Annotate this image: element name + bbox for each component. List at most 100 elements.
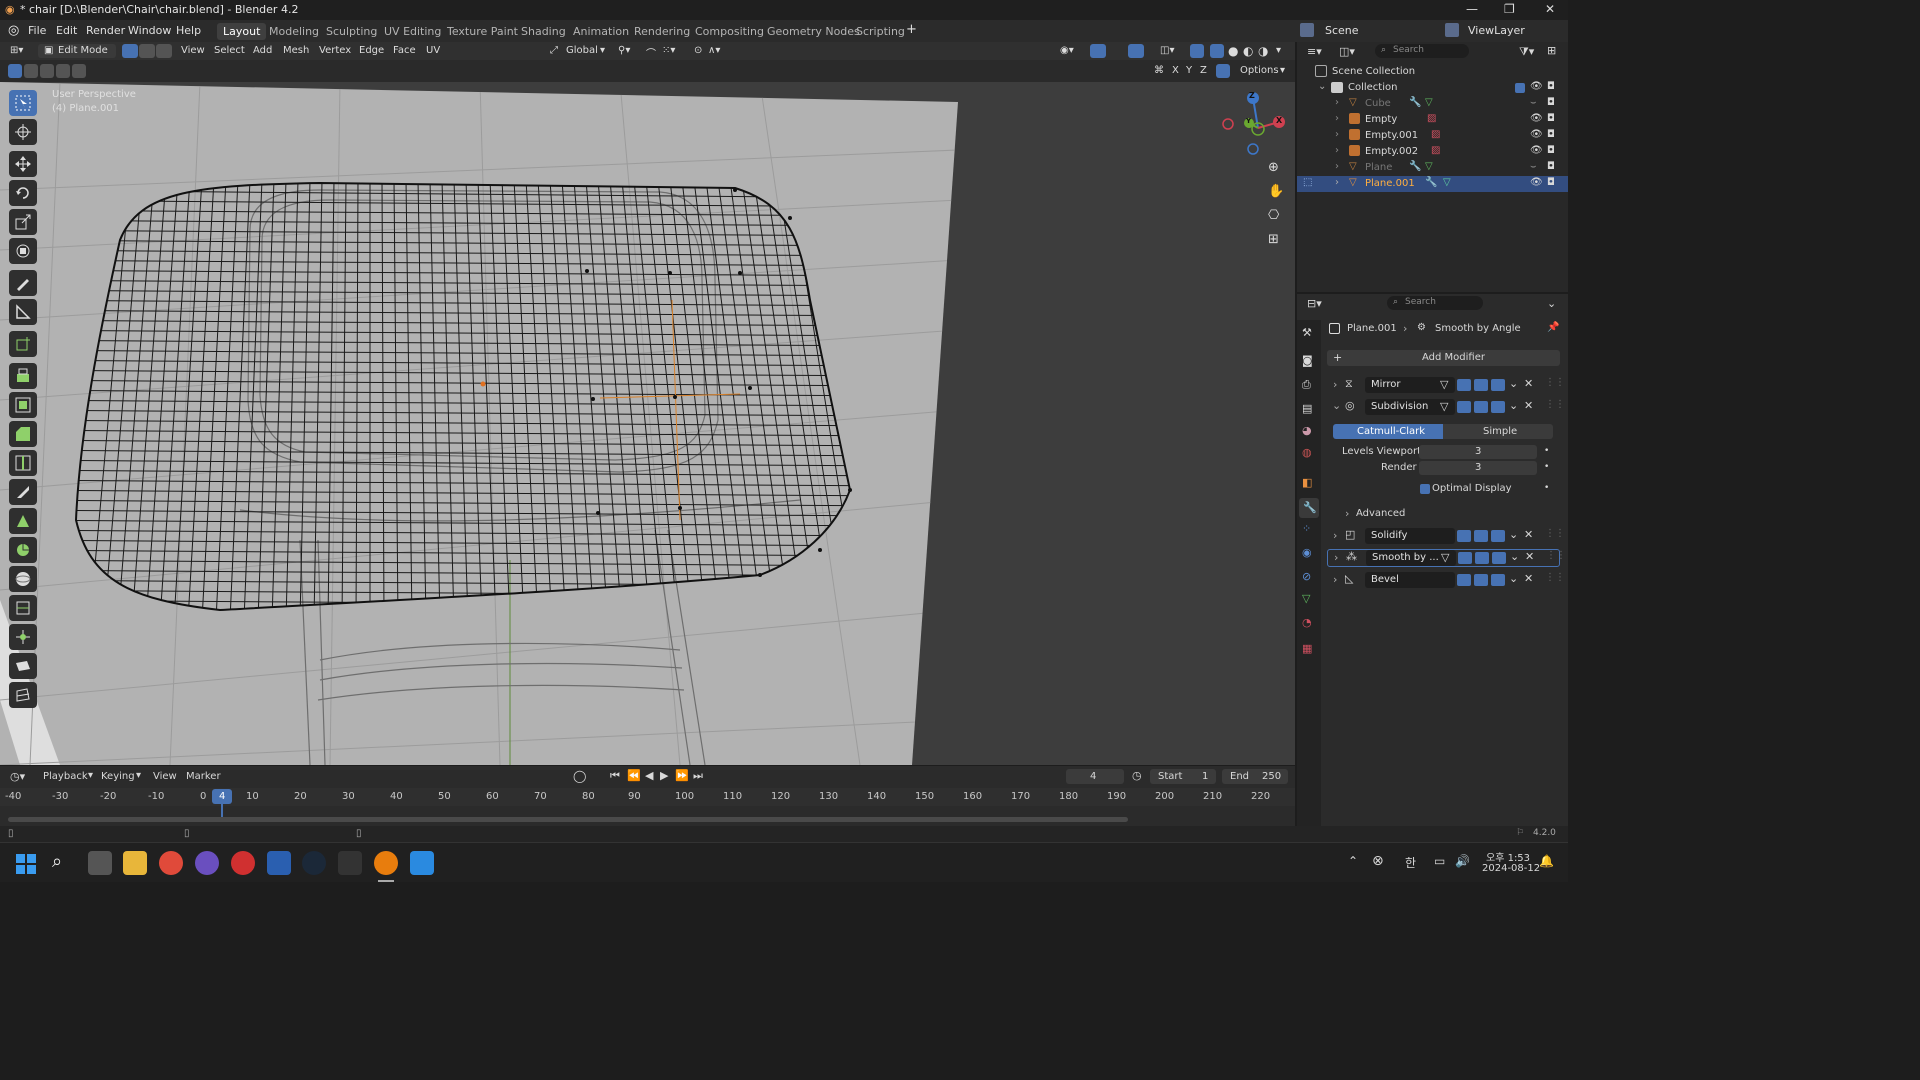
windows-start-icon[interactable] [16,854,36,874]
outliner-collection[interactable]: ⌄ Collection 👁 ◘ [1297,80,1568,96]
chevron-up-icon[interactable]: ⌃ [1348,854,1358,868]
select-mode-intersect-icon[interactable] [72,64,86,78]
properties-editor-icon[interactable]: ⊟▾ [1307,297,1322,310]
mirror-x-button[interactable]: X [1172,65,1179,76]
bevel-tool[interactable] [9,421,37,447]
task-view-icon[interactable] [88,851,112,875]
render-camera-icon[interactable]: ◘ [1547,177,1555,188]
eye-hidden-icon[interactable]: ⌣ [1530,161,1537,172]
chevron-right-icon[interactable]: › [1335,97,1339,108]
catmull-clark-button[interactable]: Catmull-Clark [1333,424,1443,439]
chevron-right-icon[interactable]: › [1334,551,1338,564]
terminal-icon[interactable] [338,851,362,875]
eye-hidden-icon[interactable]: ⌣ [1530,97,1537,108]
close-icon[interactable]: ✕ [1524,528,1533,541]
tab-scripting[interactable]: Scripting [850,23,911,40]
clock-time[interactable]: 오후 1:53 [1486,849,1530,864]
outliner-item-empty[interactable]: › Empty ▨ 👁 ◘ [1297,112,1568,128]
texture-tab-icon[interactable]: ▦ [1302,642,1312,655]
edit-mode-toggle-icon[interactable]: ▽ [1440,378,1448,391]
pivot-icon[interactable]: ⚲▾ [618,45,630,56]
cage-toggle-icon[interactable] [1457,574,1471,586]
spin-tool[interactable] [9,537,37,563]
render-camera-icon[interactable]: ◘ [1547,97,1555,108]
modifier-bevel[interactable]: › ◺ Bevel ⌄ ✕ ⋮⋮ [1327,571,1565,589]
select-mode-extend-icon[interactable] [24,64,38,78]
animate-dot-icon[interactable]: • [1544,446,1549,456]
options-dropdown[interactable]: Options [1240,65,1279,76]
rendered-shading-icon[interactable]: ◑ [1258,44,1268,58]
render-toggle-icon[interactable] [1491,401,1505,413]
menu-marker[interactable]: Marker [186,771,221,782]
modifier-mirror[interactable]: › ⧖ Mirror ▽ ⌄ ✕ ⋮⋮ [1327,376,1565,394]
add-modifier-button[interactable]: + Add Modifier [1327,350,1560,366]
simple-button[interactable]: Simple [1443,424,1553,439]
tab-layout[interactable]: Layout [217,23,267,40]
chevron-down-icon[interactable]: ⌄ [1509,572,1518,585]
render-toggle-icon[interactable] [1491,379,1505,391]
output-tab-icon[interactable]: ⎙ [1302,378,1311,392]
cage-toggle-icon[interactable] [1457,530,1471,542]
rip-region-tool[interactable] [9,682,37,708]
render-camera-icon[interactable]: ◘ [1547,113,1555,124]
menu-window[interactable]: Window [128,24,171,37]
chevron-right-icon[interactable]: › [1335,177,1339,188]
chevron-down-icon[interactable]: ⌄ [1318,81,1326,92]
clock-icon[interactable]: ◷ [1132,769,1142,782]
drag-handle-icon[interactable]: ⋮⋮ [1545,399,1565,410]
outliner-editor-icon[interactable]: ≡▾ [1307,45,1322,58]
view-layer-icon[interactable] [1445,23,1459,37]
app-icon[interactable] [267,851,291,875]
constraints-tab-icon[interactable]: ⊘ [1302,570,1311,583]
wireframe-shading-icon[interactable] [1210,44,1224,58]
shear-tool[interactable] [9,653,37,679]
outliner-item-cube[interactable]: › ▽ Cube 🔧 ▽ ⌣ ◘ [1297,96,1568,112]
snap-icon[interactable]: ⌒ [646,45,656,60]
video-app-icon[interactable] [231,851,255,875]
annotate-tool[interactable] [9,270,37,296]
vertex-select-icon[interactable] [122,44,138,58]
edge-slide-tool[interactable] [9,595,37,621]
extrude-tool[interactable] [9,363,37,389]
zoom-icon[interactable]: ⊕ [1268,160,1279,175]
edit-mode-toggle-icon[interactable]: ▽ [1440,400,1448,413]
drag-handle-icon[interactable]: ⋮⋮ [1546,550,1566,561]
modifier-tab[interactable]: 🔧 [1299,498,1319,518]
close-icon[interactable]: ✕ [1524,572,1533,585]
menu-vertex[interactable]: Vertex [319,45,351,56]
jump-keyframe-back-icon[interactable]: ⏪ [627,769,641,782]
jump-end-icon[interactable]: ⏭ [693,769,703,783]
scene-icon[interactable] [1300,23,1314,37]
menu-view[interactable]: View [181,45,205,56]
measure-tool[interactable] [9,299,37,325]
add-cube-tool[interactable] [9,331,37,357]
tool-tab-icon[interactable]: ⚒ [1302,326,1312,339]
modifier-subdivision[interactable]: ⌄ ◎ Subdivision ▽ ⌄ ✕ ⋮⋮ [1327,398,1565,416]
move-tool[interactable] [9,151,37,177]
timeline-scrollbar[interactable] [8,817,1128,822]
viewport-toggle-icon[interactable] [1475,552,1489,564]
mirror-z-button[interactable]: Z [1200,65,1207,76]
mirror-y-button[interactable]: Y [1186,65,1192,76]
chevron-down-icon[interactable]: ⌄ [1547,297,1556,310]
tray-app-icon[interactable]: ⊗ [1372,853,1384,869]
chevron-right-icon[interactable]: › [1335,161,1339,172]
chevron-down-icon[interactable]: ⌄ [1510,550,1519,563]
editor-type-icon[interactable]: ⊞▾ [10,45,23,56]
scale-tool[interactable] [9,209,37,235]
tab-rendering[interactable]: Rendering [628,23,696,40]
overlay-toggle-icon[interactable] [1128,44,1144,58]
add-workspace-icon[interactable]: + [906,22,917,37]
animate-dot-icon[interactable]: • [1544,462,1549,472]
properties-search-input[interactable]: ⌕ Search [1387,296,1483,310]
menu-view[interactable]: View [153,771,177,782]
shading-options-icon[interactable]: ▾ [1276,45,1281,56]
viewport-toggle-icon[interactable] [1474,574,1488,586]
eye-icon[interactable]: 👁 [1530,145,1543,156]
cursor-tool[interactable] [9,119,37,145]
chevron-down-icon[interactable]: ⌄ [1509,377,1518,390]
falloff-icon[interactable]: ∧▾ [708,45,720,56]
chevron-right-icon[interactable]: › [1335,145,1339,156]
cage-toggle-icon[interactable] [1457,401,1471,413]
play-reverse-icon[interactable]: ◀ [645,769,653,782]
